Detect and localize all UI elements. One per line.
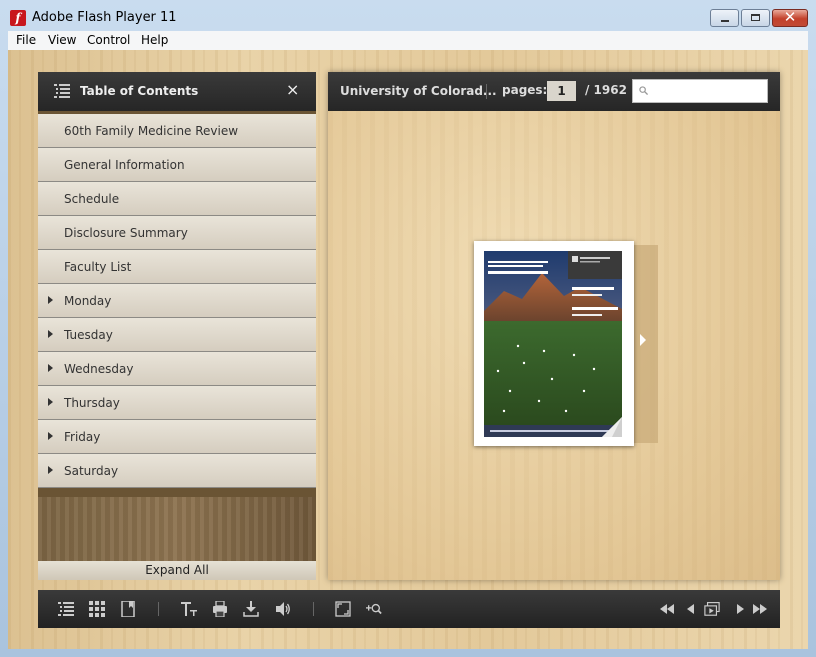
thumbnails-icon[interactable] (89, 601, 105, 617)
maximize-button[interactable] (741, 9, 770, 27)
toc-panel: Table of Contents × 60th Family Medicine… (38, 72, 316, 580)
print-icon[interactable] (212, 601, 228, 617)
next-page-edge[interactable] (634, 245, 658, 443)
flash-player-window: f Adobe Flash Player 11 ✕ File View Cont… (0, 0, 816, 657)
toc-item-friday[interactable]: Friday (38, 420, 316, 454)
toc-item-family-medicine-review[interactable]: 60th Family Medicine Review (38, 114, 316, 148)
minimize-button[interactable] (710, 9, 739, 27)
toc-item-label: 60th Family Medicine Review (64, 124, 239, 138)
expand-arrow-icon[interactable] (48, 432, 53, 440)
toc-item-wednesday[interactable]: Wednesday (38, 352, 316, 386)
toc-item-label: Wednesday (64, 362, 134, 376)
download-icon[interactable] (243, 601, 259, 617)
toc-item-label: General Information (64, 158, 185, 172)
book-viewer: University of Colorad... pages: 1 / 1962 (328, 72, 780, 580)
first-page-icon[interactable] (659, 601, 675, 617)
toc-header: Table of Contents × (38, 72, 316, 111)
toc-item-label: Thursday (64, 396, 120, 410)
next-page-arrow-icon[interactable] (640, 334, 646, 346)
toc-item-label: Disclosure Summary (64, 226, 188, 240)
toolbar-divider (158, 602, 159, 616)
menu-view[interactable]: View (48, 33, 76, 47)
menu-file[interactable]: File (16, 33, 36, 47)
page-number-input[interactable]: 1 (547, 81, 576, 101)
toc-item-label: Schedule (64, 192, 120, 206)
pages-label: pages: (502, 83, 548, 97)
toc-item-label: Friday (64, 430, 101, 444)
sound-icon[interactable] (275, 601, 291, 617)
flipbook-stage: Table of Contents × 60th Family Medicine… (8, 50, 808, 649)
book-cover-page[interactable] (474, 241, 634, 446)
toc-empty-area (38, 497, 316, 561)
auto-flip-icon[interactable] (704, 601, 720, 617)
toc-item-monday[interactable]: Monday (38, 284, 316, 318)
toc-item-schedule[interactable]: Schedule (38, 182, 316, 216)
toc-item-label: Faculty List (64, 260, 132, 274)
window-title: Adobe Flash Player 11 (32, 10, 177, 25)
expand-arrow-icon[interactable] (48, 466, 53, 474)
minimize-icon (721, 20, 729, 22)
page-total: / 1962 (585, 83, 627, 97)
toc-item-thursday[interactable]: Thursday (38, 386, 316, 420)
bookmark-icon[interactable] (120, 601, 136, 617)
expand-arrow-icon[interactable] (48, 330, 53, 338)
toc-item-label: Monday (64, 294, 112, 308)
cover-image (484, 251, 622, 437)
menu-help[interactable]: Help (141, 33, 168, 47)
next-page-icon[interactable] (732, 601, 748, 617)
toc-title: Table of Contents (80, 84, 199, 98)
expand-all-button[interactable]: Expand All (38, 561, 316, 580)
zoom-in-icon[interactable] (366, 601, 382, 617)
toc-item-label: Tuesday (64, 328, 113, 342)
last-page-icon[interactable] (752, 601, 768, 617)
toc-item-faculty-list[interactable]: Faculty List (38, 250, 316, 284)
bottom-toolbar (38, 590, 780, 628)
text-icon[interactable] (181, 601, 197, 617)
toc-item-saturday[interactable]: Saturday (38, 454, 316, 488)
toc-item-general-information[interactable]: General Information (38, 148, 316, 182)
viewer-header: University of Colorad... pages: 1 / 1962 (328, 72, 780, 111)
title-bar: f Adobe Flash Player 11 ✕ (0, 0, 816, 32)
toc-item-disclosure-summary[interactable]: Disclosure Summary (38, 216, 316, 250)
fullscreen-icon[interactable] (335, 601, 351, 617)
menu-bar: File View Control Help (8, 31, 808, 51)
document-title: University of Colorad... (340, 84, 497, 98)
menu-control[interactable]: Control (87, 33, 130, 47)
close-icon: ✕ (783, 8, 797, 26)
expand-arrow-icon[interactable] (48, 296, 53, 304)
toc-close-icon[interactable]: × (286, 80, 299, 99)
toc-icon[interactable] (58, 601, 74, 617)
toc-item-tuesday[interactable]: Tuesday (38, 318, 316, 352)
close-button[interactable]: ✕ (772, 8, 808, 27)
toc-item-label: Saturday (64, 464, 119, 478)
toc-list-icon (54, 84, 70, 98)
previous-page-icon[interactable] (683, 601, 699, 617)
expand-arrow-icon[interactable] (48, 398, 53, 406)
flash-app-icon: f (10, 10, 26, 26)
toc-list: 60th Family Medicine Review General Info… (38, 114, 316, 488)
toolbar-divider (313, 602, 314, 616)
search-input[interactable] (632, 79, 768, 103)
header-divider (486, 84, 487, 99)
expand-arrow-icon[interactable] (48, 364, 53, 372)
maximize-icon (751, 14, 760, 21)
search-icon (639, 86, 648, 95)
